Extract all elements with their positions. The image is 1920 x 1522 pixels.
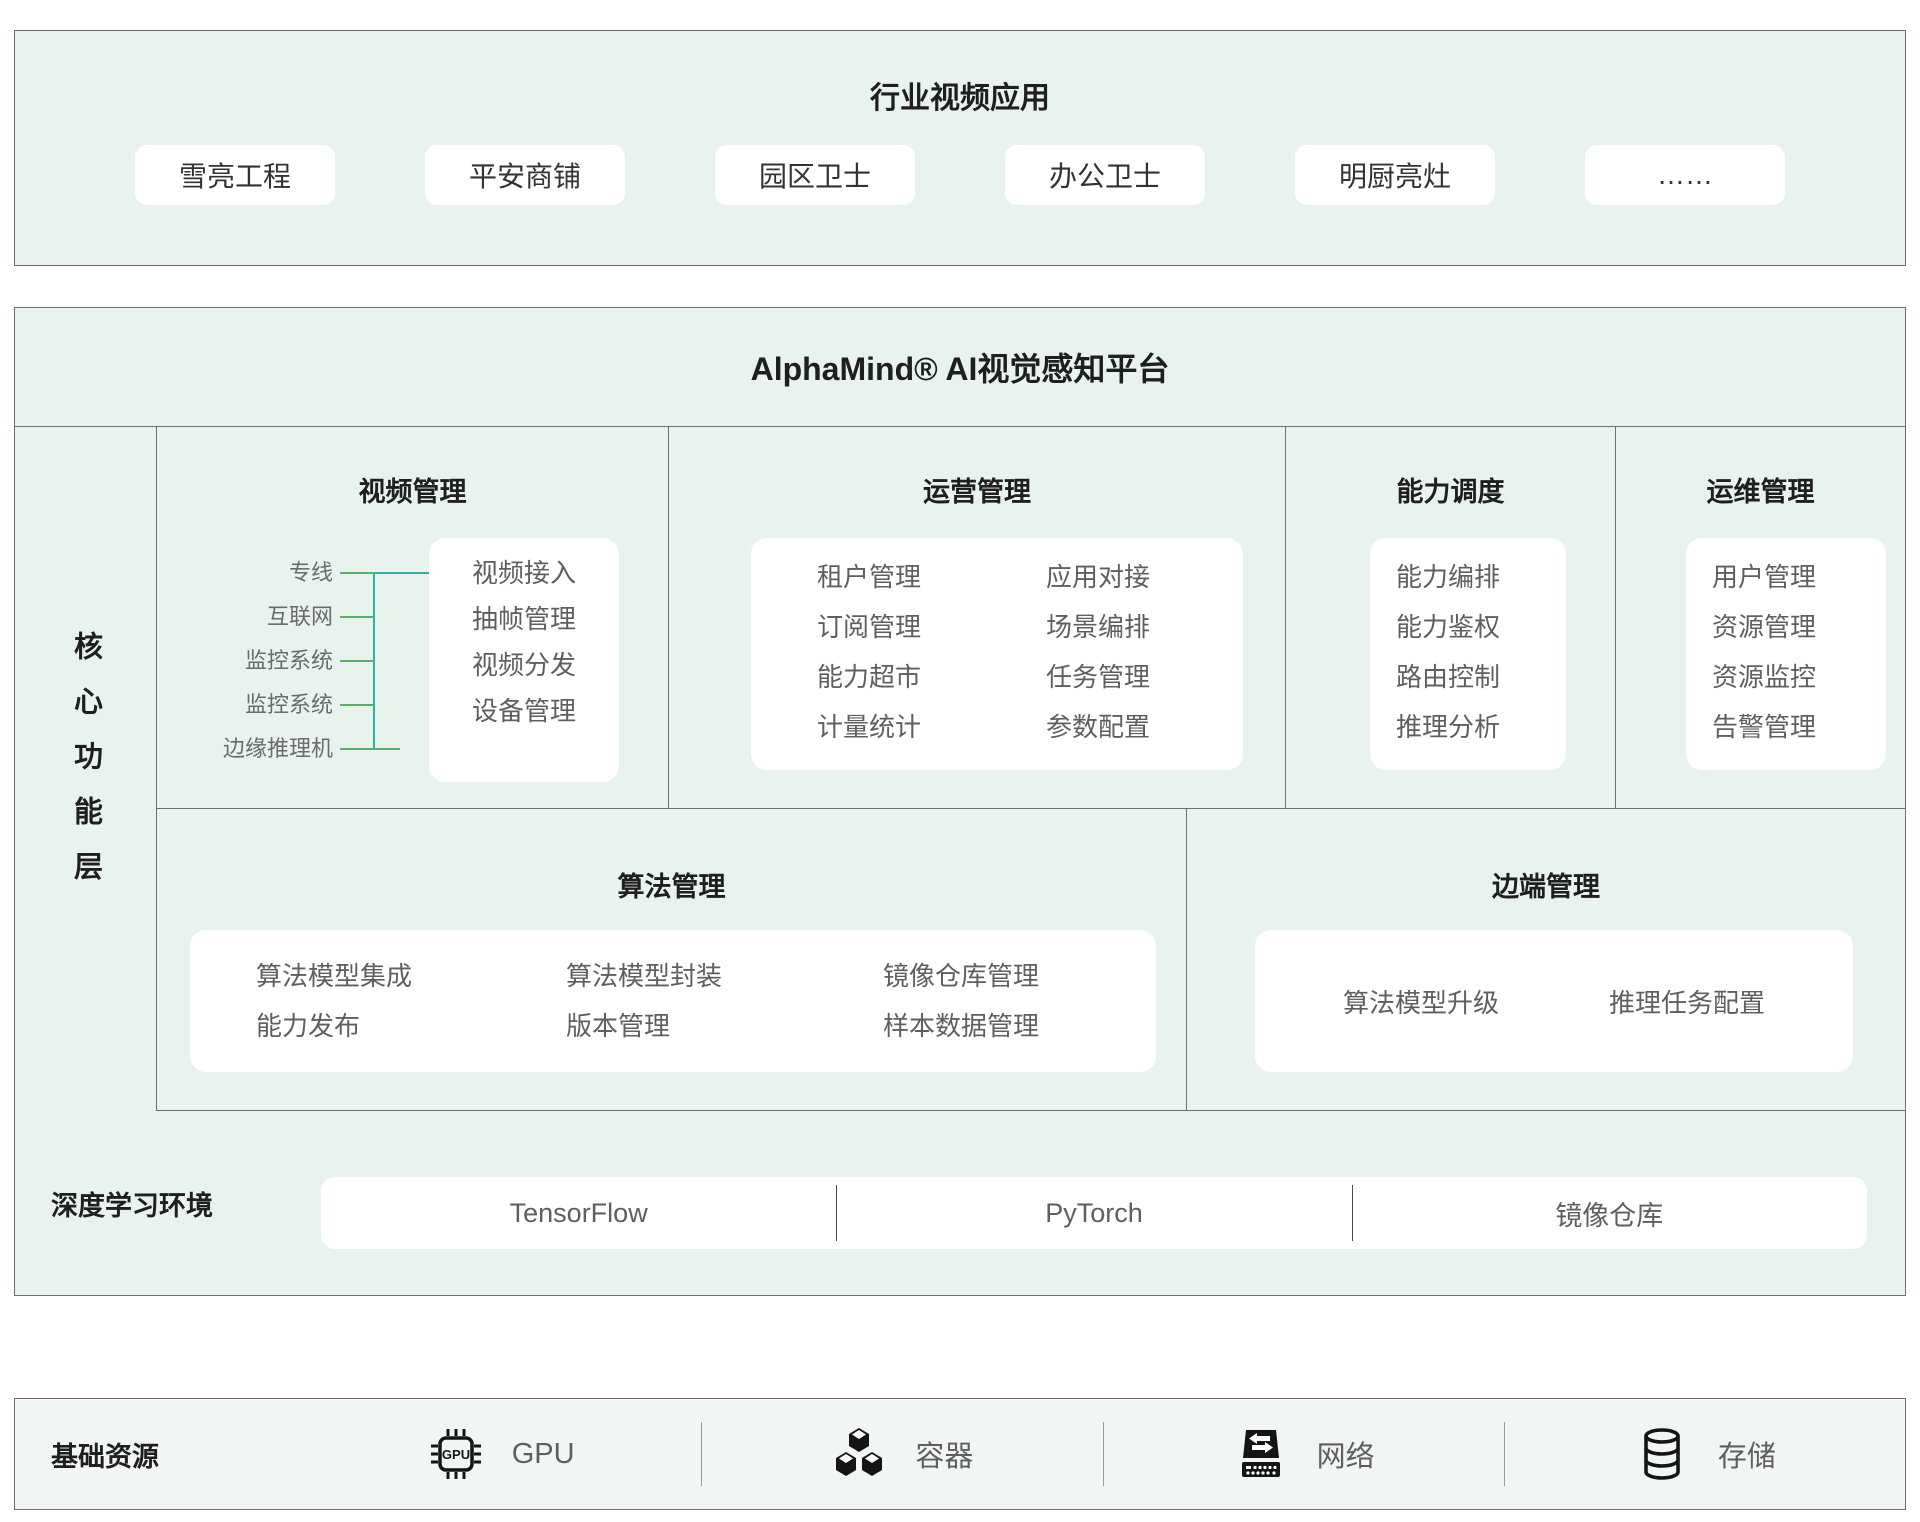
core-function-layer-sidebar: 核心功能层 [15,426,157,1111]
capability-item: 能力鉴权 [1396,602,1566,652]
om-item: 资源监控 [1712,652,1886,702]
operations-item: 订阅管理 [817,602,921,652]
app-chip-bangong: 办公卫士 [1005,145,1205,205]
capability-scheduling-box: 能力编排 能力鉴权 路由控制 推理分析 [1370,538,1566,770]
algorithm-item: 版本管理 [566,1001,722,1051]
algorithm-item: 算法模型封装 [566,951,722,1001]
base-resources-panel: 基础资源 GPU GPU [14,1398,1906,1510]
storage-icon [1634,1426,1690,1482]
section-edge-management: 边端管理 算法模型升级 推理任务配置 [1187,809,1905,1111]
network-icon [1233,1426,1289,1482]
section-operations-management: 运营管理 租户管理 订阅管理 能力超市 计量统计 应用对接 场景编排 任务管理 … [669,426,1286,809]
resource-container: 容器 [702,1426,1102,1482]
resource-network-label: 网络 [1317,1433,1375,1475]
operations-item: 场景编排 [1046,602,1150,652]
video-source: 专线 [223,551,333,595]
algorithm-column-3: 镜像仓库管理 样本数据管理 [883,951,1039,1051]
algorithm-management-title: 算法管理 [157,809,1186,904]
algorithm-management-box: 算法模型集成 能力发布 算法模型封装 版本管理 镜像仓库管理 样本数据管理 [190,930,1156,1072]
industry-apps-panel: 行业视频应用 雪亮工程 平安商铺 园区卫士 办公卫士 明厨亮灶 …… [14,30,1906,266]
industry-apps-row: 雪亮工程 平安商铺 园区卫士 办公卫士 明厨亮灶 …… [15,145,1905,205]
algorithm-column-2: 算法模型封装 版本管理 [566,951,722,1051]
video-management-item: 设备管理 [429,688,619,734]
video-management-item: 抽帧管理 [429,596,619,642]
algorithm-column-1: 算法模型集成 能力发布 [256,951,412,1051]
operations-item: 任务管理 [1046,652,1150,702]
gpu-icon: GPU [428,1426,484,1482]
video-management-item: 视频分发 [429,642,619,688]
platform-panel: AlphaMind® AI视觉感知平台 核心功能层 视频管理 专线 互联网 监控… [14,307,1906,1296]
video-management-title: 视频管理 [157,426,668,509]
base-resources-label: 基础资源 [15,1435,301,1474]
algorithm-item: 能力发布 [256,1001,412,1051]
capability-scheduling-title: 能力调度 [1286,426,1615,509]
industry-apps-title: 行业视频应用 [15,73,1905,117]
video-source: 边缘推理机 [223,727,333,771]
algorithm-item: 算法模型集成 [256,951,412,1001]
operations-management-title: 运营管理 [669,426,1285,509]
resource-gpu: GPU GPU [301,1426,701,1482]
algorithm-item: 镜像仓库管理 [883,951,1039,1001]
om-item: 告警管理 [1712,702,1886,752]
section-algorithm-management: 算法管理 算法模型集成 能力发布 算法模型封装 版本管理 镜像仓库管理 样本数据… [157,809,1187,1111]
platform-title-strip: AlphaMind® AI视觉感知平台 [15,308,1905,427]
operations-item: 参数配置 [1046,702,1150,752]
edge-item: 推理任务配置 [1609,983,1765,1020]
video-management-item: 视频接入 [429,550,619,596]
video-source: 监控系统 [223,683,333,727]
video-source: 监控系统 [223,639,333,683]
operations-column-1: 租户管理 订阅管理 能力超市 计量统计 [817,552,921,752]
operations-item: 应用对接 [1046,552,1150,602]
app-chip-ellipsis: …… [1585,145,1785,205]
app-chip-xueliang: 雪亮工程 [135,145,335,205]
algorithm-item: 样本数据管理 [883,1001,1039,1051]
capability-item: 推理分析 [1396,702,1566,752]
dl-env-pytorch: PyTorch [836,1177,1351,1249]
resource-gpu-label: GPU [512,1438,575,1471]
om-management-box: 用户管理 资源管理 资源监控 告警管理 [1686,538,1886,770]
container-icon [831,1426,887,1482]
edge-management-title: 边端管理 [1187,809,1905,904]
edge-item: 算法模型升级 [1343,983,1499,1020]
operations-item: 计量统计 [817,702,921,752]
dl-env-tensorflow: TensorFlow [321,1177,836,1249]
om-item: 用户管理 [1712,552,1886,602]
operations-management-box: 租户管理 订阅管理 能力超市 计量统计 应用对接 场景编排 任务管理 参数配置 [751,538,1243,770]
deep-learning-env-row: 深度学习环境 TensorFlow PyTorch 镜像仓库 [15,1111,1905,1295]
resource-network: 网络 [1104,1426,1504,1482]
edge-management-box: 算法模型升级 推理任务配置 [1255,930,1853,1072]
app-chip-pingan: 平安商铺 [425,145,625,205]
core-function-layer-label: 核心功能层 [65,631,107,906]
operations-column-2: 应用对接 场景编排 任务管理 参数配置 [1046,552,1150,752]
operations-item: 租户管理 [817,552,921,602]
section-video-management: 视频管理 专线 互联网 监控系统 监控系统 边缘推理机 视频接入 抽帧管理 [157,426,669,809]
capability-item: 能力编排 [1396,552,1566,602]
capability-item: 路由控制 [1396,652,1566,702]
dl-env-image-registry: 镜像仓库 [1352,1177,1867,1249]
resource-storage: 存储 [1505,1426,1905,1482]
resource-storage-label: 存储 [1718,1433,1776,1475]
platform-title: AlphaMind® AI视觉感知平台 [751,344,1170,390]
app-chip-mingchu: 明厨亮灶 [1295,145,1495,205]
om-management-title: 运维管理 [1616,426,1905,509]
video-management-box: 视频接入 抽帧管理 视频分发 设备管理 [429,538,619,782]
section-capability-scheduling: 能力调度 能力编排 能力鉴权 路由控制 推理分析 [1286,426,1616,809]
video-source-list: 专线 互联网 监控系统 监控系统 边缘推理机 [223,551,333,771]
app-chip-yuanqu: 园区卫士 [715,145,915,205]
section-om-management: 运维管理 用户管理 资源管理 资源监控 告警管理 [1616,426,1905,809]
deep-learning-env-bar: TensorFlow PyTorch 镜像仓库 [321,1177,1867,1249]
video-source: 互联网 [223,595,333,639]
om-item: 资源管理 [1712,602,1886,652]
deep-learning-env-label: 深度学习环境 [51,1111,213,1295]
operations-item: 能力超市 [817,652,921,702]
architecture-diagram: 行业视频应用 雪亮工程 平安商铺 园区卫士 办公卫士 明厨亮灶 …… Alpha… [0,0,1920,1522]
svg-text:GPU: GPU [442,1447,470,1462]
resource-container-label: 容器 [915,1433,973,1475]
